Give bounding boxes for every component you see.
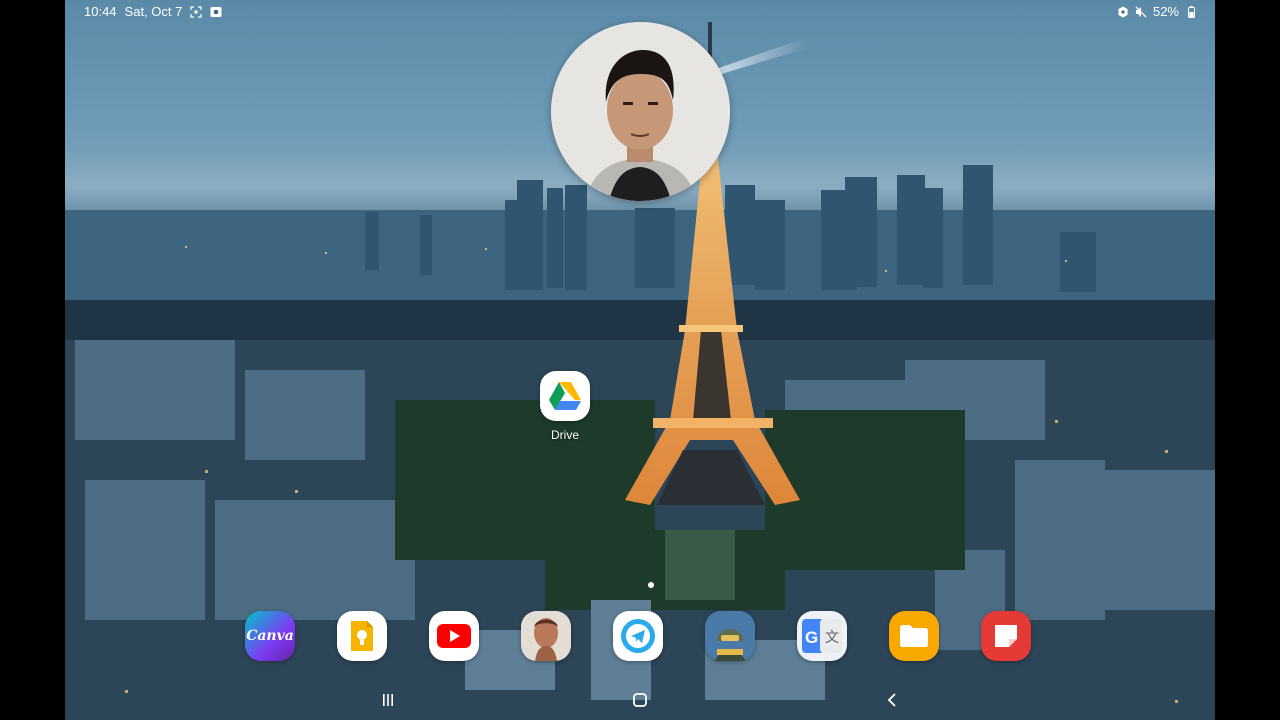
google-translate-icon[interactable]: G文	[797, 611, 847, 661]
google-drive-icon[interactable]	[540, 371, 590, 421]
drive-app[interactable]: Drive	[539, 371, 591, 442]
navigation-bar	[65, 685, 1215, 715]
page-indicator-dot[interactable]	[648, 582, 654, 588]
user-face-image	[551, 22, 730, 201]
screenshot-icon	[190, 5, 202, 18]
status-date: Sat, Oct 7	[124, 4, 183, 19]
battery-percentage: 52%	[1152, 4, 1179, 19]
my-files-icon[interactable]	[889, 611, 939, 661]
pubg-mobile-icon[interactable]	[705, 611, 755, 661]
samsung-notes-icon[interactable]	[981, 611, 1031, 661]
status-time: 10:44	[84, 4, 117, 19]
drive-label: Drive	[550, 428, 579, 442]
camera-indicator-icon	[210, 6, 222, 18]
google-keep-icon[interactable]	[337, 611, 387, 661]
svg-text:文: 文	[825, 630, 839, 646]
canva-wordmark: Canva	[246, 628, 294, 644]
telegram-icon[interactable]	[613, 611, 663, 661]
youtube-icon[interactable]	[429, 611, 479, 661]
data-saver-icon	[1117, 6, 1129, 18]
status-bar: 10:44 Sat, Oct 7 52%	[65, 0, 1215, 22]
home-screen: 10:44 Sat, Oct 7 52% Drive Canva G 文	[65, 0, 1215, 720]
face-app-icon[interactable]	[521, 611, 571, 661]
recents-icon[interactable]	[368, 687, 408, 713]
app-dock: Canva G文	[245, 611, 1035, 663]
mute-icon	[1135, 6, 1147, 18]
battery-icon	[1185, 5, 1197, 18]
home-icon[interactable]	[620, 687, 660, 713]
back-icon[interactable]	[872, 687, 912, 713]
svg-text:G: G	[805, 628, 818, 647]
canva-icon[interactable]: Canva	[245, 611, 295, 661]
front-camera-bubble[interactable]	[551, 22, 730, 201]
